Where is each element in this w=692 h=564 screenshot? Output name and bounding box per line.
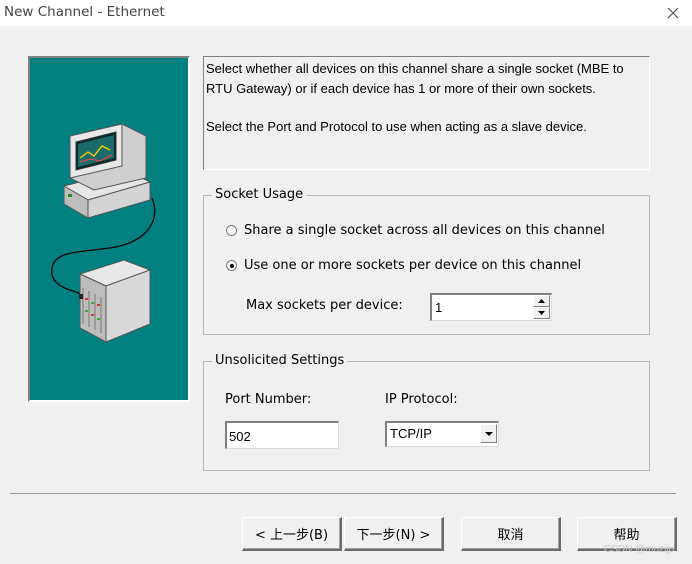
unsolicited-settings-group: Unsolicited Settings <box>203 353 650 471</box>
spin-up-button[interactable] <box>533 295 550 307</box>
description-paragraph: Select whether all devices on this chann… <box>206 61 624 96</box>
max-sockets-label: Max sockets per device: <box>246 298 403 313</box>
chevron-down-icon <box>538 311 545 315</box>
port-number-label: Port Number: <box>225 392 312 407</box>
title-bar: New Channel - Ethernet <box>0 0 692 26</box>
close-icon <box>667 7 679 19</box>
ip-protocol-select[interactable]: TCP/IP <box>385 421 499 447</box>
radio-button[interactable] <box>226 260 237 271</box>
spin-down-button[interactable] <box>533 307 550 319</box>
radio-label: Use one or more sockets per device on th… <box>244 258 582 273</box>
ip-protocol-label: IP Protocol: <box>385 392 458 407</box>
divider <box>10 493 676 494</box>
watermark: CSDN @muzijp <box>604 544 675 555</box>
window-title: New Channel - Ethernet <box>4 4 165 20</box>
port-number-field[interactable] <box>225 421 339 449</box>
close-button[interactable] <box>658 0 688 26</box>
max-sockets-input[interactable] <box>435 298 530 316</box>
description-paragraph: Select the Port and Protocol to use when… <box>206 119 587 134</box>
radio-use-multiple-sockets[interactable]: Use one or more sockets per device on th… <box>226 258 581 273</box>
wizard-illustration <box>28 56 190 402</box>
chevron-up-icon <box>538 299 545 303</box>
plc-rack-icon <box>78 259 152 343</box>
dropdown-button[interactable] <box>480 424 497 443</box>
description-box: Select whether all devices on this chann… <box>203 56 650 170</box>
radio-button[interactable] <box>226 225 237 236</box>
computer-monitor-icon <box>62 123 152 219</box>
chevron-down-icon <box>484 431 493 436</box>
socket-usage-legend: Socket Usage <box>212 187 307 202</box>
next-button[interactable]: 下一步(N) > <box>344 517 444 551</box>
ip-protocol-value: TCP/IP <box>390 426 432 441</box>
radio-label: Share a single socket across all devices… <box>244 223 605 238</box>
back-button[interactable]: < 上一步(B) <box>242 517 342 551</box>
unsolicited-settings-legend: Unsolicited Settings <box>212 353 348 368</box>
radio-share-single-socket[interactable]: Share a single socket across all devices… <box>226 223 605 238</box>
cancel-button[interactable]: 取消 <box>461 517 561 551</box>
port-number-input[interactable] <box>229 427 329 445</box>
max-sockets-stepper[interactable] <box>430 293 552 321</box>
